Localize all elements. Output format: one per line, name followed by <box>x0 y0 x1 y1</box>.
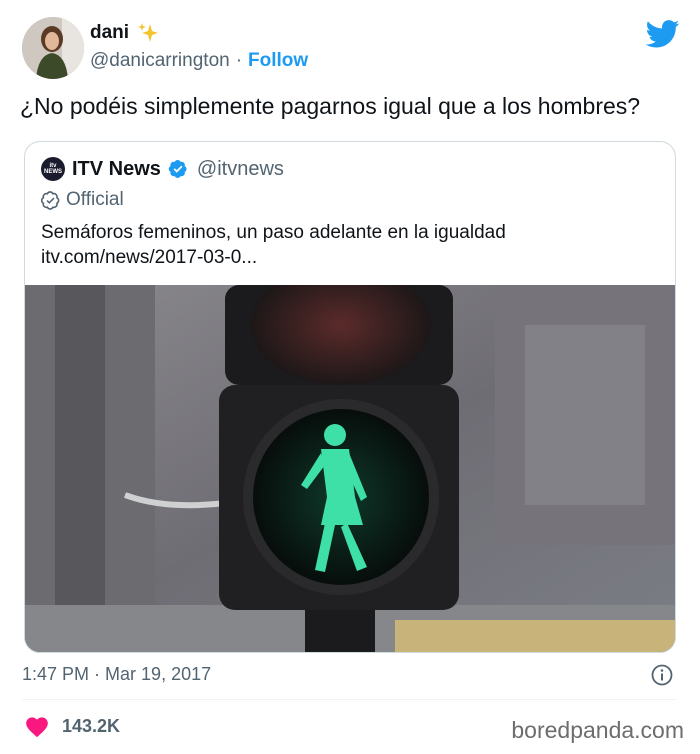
sparkles-icon <box>138 23 159 42</box>
tweet-time: 1:47 PM <box>22 664 90 684</box>
watermark: boredpanda.com <box>511 717 684 743</box>
divider <box>22 699 676 700</box>
like-count: 143.2K <box>62 715 121 736</box>
tweet-timestamp[interactable]: 1:47 PM · Mar 19, 2017 <box>22 664 211 685</box>
quoted-text: Semáforos femeninos, un paso adelante en… <box>41 220 651 270</box>
quoted-text-line-1: Semáforos femeninos, un paso adelante en… <box>41 222 506 243</box>
traffic-light-photo[interactable] <box>25 285 675 652</box>
official-check-icon <box>41 190 60 210</box>
meta-separator: · <box>94 664 101 684</box>
like-stat[interactable]: 143.2K <box>24 714 120 738</box>
avatar[interactable] <box>22 17 84 79</box>
quoted-link[interactable]: itv.com/news/2017-03-0... <box>41 245 651 270</box>
verified-badge-icon <box>168 160 187 178</box>
follow-button[interactable]: Follow <box>248 50 308 72</box>
twitter-bird-icon[interactable] <box>646 20 680 48</box>
user-name[interactable]: dani <box>90 22 129 44</box>
quoted-header: itv NEWS ITV News @itvnews <box>41 157 284 181</box>
quoted-handle[interactable]: @itvnews <box>197 158 284 181</box>
heart-icon[interactable] <box>24 714 50 738</box>
user-handle-row: @danicarrington · Follow <box>90 50 308 72</box>
handle-separator: · <box>235 50 243 71</box>
quoted-tweet[interactable]: itv NEWS ITV News @itvnews Official Semá… <box>24 141 676 653</box>
tweet-date: Mar 19, 2017 <box>105 664 212 684</box>
quoted-avatar[interactable]: itv NEWS <box>41 157 65 181</box>
quoted-name[interactable]: ITV News <box>72 158 161 181</box>
official-label-row: Official <box>41 189 124 211</box>
info-icon[interactable] <box>650 663 674 687</box>
user-name-row: dani <box>90 22 159 44</box>
user-handle[interactable]: @danicarrington <box>90 50 230 72</box>
official-label: Official <box>66 189 124 210</box>
tweet-text: ¿No podéis simplemente pagarnos igual qu… <box>20 93 641 119</box>
